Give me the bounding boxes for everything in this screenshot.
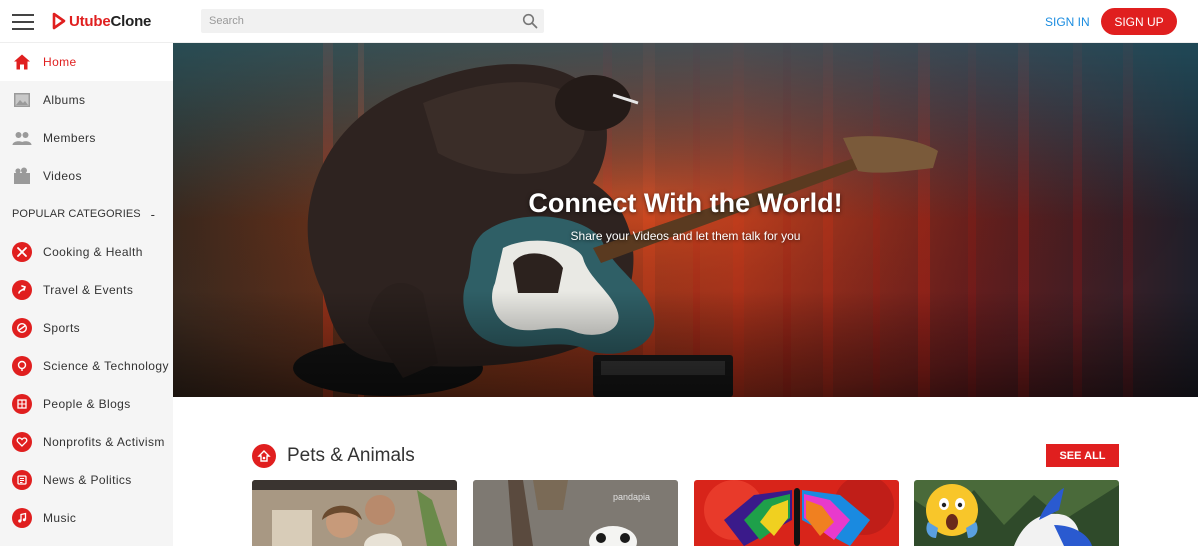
search-input[interactable]: [201, 9, 501, 33]
sidebar-category-people-blogs[interactable]: People & Blogs: [0, 385, 173, 423]
sports-icon: [12, 318, 32, 338]
logo-text-prefix: Utube: [69, 12, 111, 30]
sidebar-item-home[interactable]: Home: [0, 43, 173, 81]
sidebar-item-members[interactable]: Members: [0, 119, 173, 157]
blog-icon: [12, 394, 32, 414]
hero-title: Connect With the World!: [528, 188, 843, 218]
section-title: Pets & Animals: [287, 445, 415, 466]
video-thumbnail[interactable]: [694, 480, 899, 546]
thumbnail-watermark: pandapia: [613, 492, 650, 502]
hero-text: Connect With the World! Share your Video…: [173, 188, 1198, 243]
sidebar-item-albums[interactable]: Albums: [0, 81, 173, 119]
heart-icon: [12, 432, 32, 452]
sidebar-category-science-technology[interactable]: Science & Technology: [0, 347, 173, 385]
search-icon[interactable]: [522, 13, 538, 29]
menu-icon[interactable]: [12, 14, 34, 30]
hero-banner[interactable]: Connect With the World! Share your Video…: [173, 43, 1198, 397]
see-all-button[interactable]: SEE ALL: [1046, 444, 1119, 467]
image-icon: [12, 90, 32, 110]
sidebar-item-label: Music: [43, 511, 77, 525]
sidebar-item-label: Albums: [43, 93, 86, 107]
sidebar-item-label: People & Blogs: [43, 397, 131, 411]
hero-subtitle: Share your Videos and let them talk for …: [570, 229, 801, 243]
categories-header: POPULAR CATEGORIES -: [0, 195, 173, 233]
sidebar-category-cooking-health[interactable]: Cooking & Health: [0, 233, 173, 271]
news-icon: [12, 470, 32, 490]
people-icon: [12, 128, 32, 148]
sidebar-item-label: Home: [43, 55, 77, 69]
video-icon: [12, 166, 32, 186]
sidebar-item-label: Travel & Events: [43, 283, 134, 297]
sidebar-category-music[interactable]: Music: [0, 499, 173, 537]
sidebar-item-label: Sports: [43, 321, 81, 335]
sidebar-item-label: News & Politics: [43, 473, 132, 487]
sign-up-button[interactable]: SIGN UP: [1101, 8, 1177, 35]
sidebar-item-videos[interactable]: Videos: [0, 157, 173, 195]
video-thumbnail[interactable]: [252, 480, 457, 546]
sidebar: Home Albums Members Videos POPULAR CATEG…: [0, 43, 173, 546]
science-icon: [12, 356, 32, 376]
logo-play-icon: [52, 12, 66, 30]
travel-icon: [12, 280, 32, 300]
video-thumbnail[interactable]: [914, 480, 1119, 546]
sidebar-category-nonprofits-activism[interactable]: Nonprofits & Activism: [0, 423, 173, 461]
top-bar: UtubeClone SIGN IN SIGN UP: [0, 0, 1198, 43]
sidebar-item-label: Science & Technology: [43, 359, 169, 373]
video-thumbnail[interactable]: pandapia: [473, 480, 678, 546]
sidebar-item-label: Nonprofits & Activism: [43, 435, 165, 449]
categories-heading: POPULAR CATEGORIES: [12, 208, 141, 220]
cutlery-icon: [12, 242, 32, 262]
search-box: [201, 9, 544, 33]
sidebar-category-sports[interactable]: Sports: [0, 309, 173, 347]
sign-in-link[interactable]: SIGN IN: [1045, 15, 1090, 29]
section-header: Pets & Animals SEE ALL: [252, 443, 1119, 469]
categories-collapse-toggle[interactable]: -: [151, 207, 155, 222]
sidebar-item-label: Cooking & Health: [43, 245, 143, 259]
logo[interactable]: UtubeClone: [52, 12, 151, 30]
pets-category-icon: [252, 444, 276, 468]
sidebar-item-label: Members: [43, 131, 96, 145]
music-icon: [12, 508, 32, 528]
sidebar-item-label: Videos: [43, 169, 82, 183]
sidebar-category-news-politics[interactable]: News & Politics: [0, 461, 173, 499]
sidebar-category-travel-events[interactable]: Travel & Events: [0, 271, 173, 309]
home-icon: [12, 52, 32, 72]
logo-text-suffix: Clone: [110, 12, 152, 30]
